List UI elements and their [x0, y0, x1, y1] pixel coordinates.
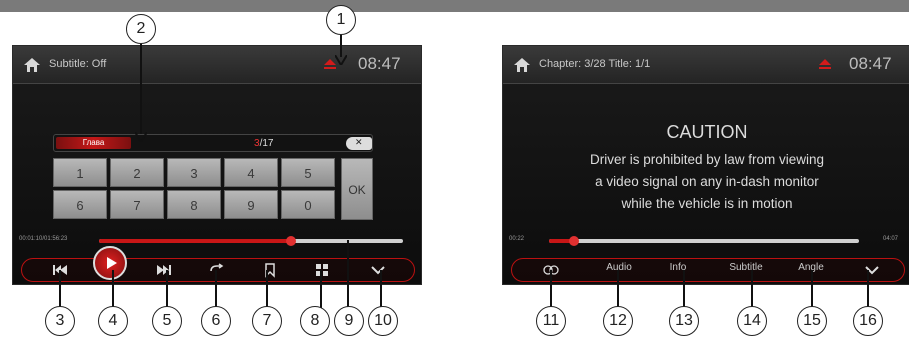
eject-icon[interactable] — [819, 59, 831, 69]
progress-knob[interactable] — [285, 236, 296, 246]
callout-12: 12 — [603, 306, 633, 336]
callout-4: 4 — [98, 306, 128, 336]
caution-title: CAUTION — [666, 122, 748, 142]
progress-fill — [99, 239, 291, 243]
caution-line-2: a video signal on any in-dash monitor — [595, 174, 819, 189]
time-elapsed-total: 00:01:10/01:56:23 — [19, 236, 68, 242]
callout-10: 10 — [368, 306, 398, 336]
chevron-down-icon[interactable] — [369, 262, 387, 278]
callout-leader — [380, 270, 382, 308]
audio-button[interactable]: Audio — [599, 262, 639, 278]
chapter-count: 3/17 — [254, 138, 274, 149]
callout-8: 8 — [300, 306, 330, 336]
key-2[interactable]: 2 — [110, 158, 164, 187]
chevron-down-icon[interactable] — [863, 262, 881, 278]
callout-1: 1 — [326, 5, 356, 35]
key-3[interactable]: 3 — [167, 158, 221, 187]
callout-leader — [166, 270, 168, 308]
callout-leader — [347, 240, 349, 308]
callout-5: 5 — [152, 306, 182, 336]
status-bar: Chapter: 3/28 Title: 1/1 08:47 — [503, 46, 909, 84]
top-frame-bar — [0, 0, 909, 12]
chapter-input-field[interactable]: Глава 3/17 — [53, 134, 373, 152]
callout-leader — [320, 270, 322, 308]
backspace-button[interactable] — [346, 137, 372, 150]
callout-15: 15 — [797, 306, 827, 336]
key-0[interactable]: 0 — [281, 190, 335, 219]
chapter-title-status: Chapter: 3/28 Title: 1/1 — [539, 58, 651, 70]
callout-leader — [617, 270, 619, 308]
key-4[interactable]: 4 — [224, 158, 278, 187]
progress-knob[interactable] — [568, 236, 579, 246]
callout-9: 9 — [334, 306, 364, 336]
home-icon[interactable] — [23, 57, 41, 73]
callout-leader — [140, 44, 142, 134]
dvd-player-screen-left: Subtitle: Off 08:47 Глава 3/17 1 2 3 4 5… — [12, 45, 422, 285]
callout-16: 16 — [853, 306, 883, 336]
control-bar — [511, 258, 905, 282]
callout-7: 7 — [252, 306, 282, 336]
arrow-down-icon — [135, 132, 147, 142]
key-1[interactable]: 1 — [53, 158, 107, 187]
key-7[interactable]: 7 — [110, 190, 164, 219]
callout-2: 2 — [126, 14, 156, 44]
callout-leader — [550, 270, 552, 308]
numeric-keypad: 1 2 3 4 5 6 7 8 9 0 — [53, 158, 337, 222]
caution-line-1: Driver is prohibited by law from viewing — [589, 152, 825, 167]
status-bar: Subtitle: Off 08:47 — [13, 46, 421, 84]
callout-leader — [867, 270, 869, 308]
callout-leader — [340, 35, 342, 57]
caution-line-3: while the vehicle is in motion — [621, 196, 793, 211]
subtitle-status: Subtitle: Off — [49, 58, 107, 70]
callout-leader — [266, 270, 268, 308]
callout-leader — [59, 270, 61, 308]
progress-bar[interactable] — [99, 236, 403, 246]
callout-leader — [683, 270, 685, 308]
key-5[interactable]: 5 — [281, 158, 335, 187]
key-6[interactable]: 6 — [53, 190, 107, 219]
repeat-icon[interactable] — [208, 262, 226, 278]
callout-leader — [811, 270, 813, 308]
chapter-entry-panel: Глава 3/17 1 2 3 4 5 6 7 8 9 0 OK — [53, 134, 373, 230]
callout-6: 6 — [201, 306, 231, 336]
play-icon — [107, 257, 117, 269]
info-button[interactable]: Info — [663, 262, 693, 278]
next-icon[interactable] — [155, 262, 173, 278]
clock: 08:47 — [849, 54, 892, 73]
ok-button[interactable]: OK — [341, 158, 373, 220]
arrow-down-icon — [335, 55, 347, 65]
key-8[interactable]: 8 — [167, 190, 221, 219]
chapter-label: Глава — [56, 137, 131, 149]
progress-bar[interactable] — [549, 236, 859, 246]
key-9[interactable]: 9 — [224, 190, 278, 219]
callout-leader — [751, 270, 753, 308]
callout-leader — [112, 270, 114, 308]
time-total: 04:07 — [883, 236, 899, 242]
time-elapsed: 00:22 — [509, 236, 525, 242]
home-icon[interactable] — [513, 57, 531, 73]
callout-11: 11 — [536, 306, 566, 336]
grid-icon[interactable] — [313, 262, 331, 278]
play-button[interactable] — [93, 246, 127, 280]
callout-13: 13 — [669, 306, 699, 336]
subtitle-button[interactable]: Subtitle — [723, 262, 769, 278]
clock: 08:47 — [358, 54, 401, 73]
callout-14: 14 — [737, 306, 767, 336]
callout-leader — [215, 270, 217, 308]
dvd-player-screen-right: Chapter: 3/28 Title: 1/1 08:47 CAUTION D… — [502, 45, 909, 285]
callout-3: 3 — [45, 306, 75, 336]
bookmark-icon[interactable] — [261, 262, 279, 278]
